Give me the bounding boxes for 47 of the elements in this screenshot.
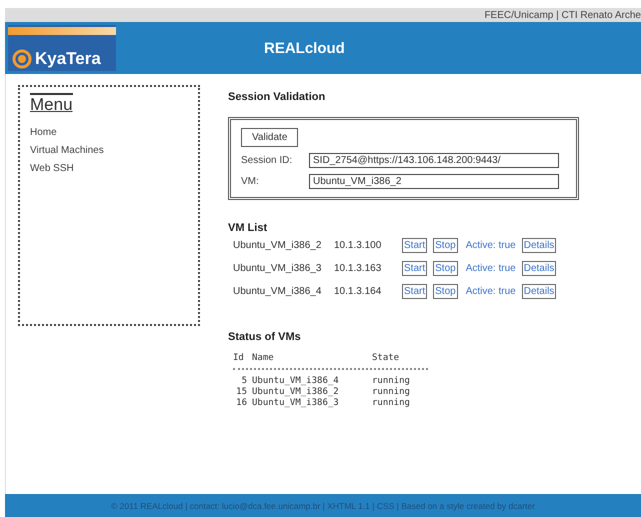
menu-link[interactable]: Web SSH [30,163,74,174]
top-bar-text: FEEC/Unicamp | CTI Renato Arche [484,10,641,20]
vm-status: Active: true [466,286,516,297]
menu-link[interactable]: Virtual Machines [30,145,104,156]
table-cell-text: 15 [235,387,247,398]
vm-name: Ubuntu_VM_i386_4 [233,286,322,297]
menu-link[interactable]: Home [30,127,57,138]
footer-text: © 2011 REALcloud | contact: lucio@dca.fee.unicamp.br | XHTML 1.1 | CSS | Based on a style created by dcarter [111,500,535,510]
column-header: State [372,353,400,364]
table-cell: running [372,398,410,409]
vm-status: Active: true [466,263,516,274]
vm-status: Active: true [466,240,516,251]
table-cell-text: 5 [240,376,247,387]
table-cell-text: Ubuntu_VM_i386_4 [252,376,340,387]
details-link[interactable]: Details [522,238,556,253]
start-link[interactable]: Start [402,238,428,253]
table-cell: running [372,376,410,387]
vm-name: Ubuntu_VM_i386_3 [233,263,322,274]
section-title: Session Validation [228,91,326,103]
vm-name: Ubuntu_VM_i386_2 [233,240,322,251]
table-cell-text: Ubuntu_VM_i386_3 [252,398,340,409]
validate-button[interactable]: Validate [241,128,298,147]
ring-icon [12,49,32,69]
site-title: REALcloud [264,40,345,56]
details-link[interactable]: Details [522,261,556,276]
table-cell-text: 16 [235,398,247,409]
column-header: Id [233,353,245,364]
menu-title: Menu [30,93,73,115]
vm-ip: 10.1.3.100 [334,240,382,251]
start-link[interactable]: Start [402,284,428,299]
input-field[interactable]: SID_2754@https://143.106.148.200:9443/ [309,153,559,168]
section-title: VM List [228,222,268,234]
vm-ip: 10.1.3.163 [334,263,382,274]
field-label: Session ID: [241,155,294,166]
column-header: Name [252,353,275,364]
section-title: Status of VMs [228,331,301,343]
input-field[interactable]: Ubuntu_VM_i386_2 [309,174,559,189]
start-link[interactable]: Start [402,261,428,276]
logo-text: KyaTera [35,49,101,69]
field-label: VM: [241,176,260,187]
stop-link[interactable]: Stop [433,261,458,276]
vm-ip: 10.1.3.164 [334,286,382,297]
stop-link[interactable]: Stop [433,238,458,253]
details-link[interactable]: Details [522,284,556,299]
table-cell: running [372,387,410,398]
stop-link[interactable]: Stop [433,284,458,299]
table-cell-text: Ubuntu_VM_i386_2 [252,387,340,398]
